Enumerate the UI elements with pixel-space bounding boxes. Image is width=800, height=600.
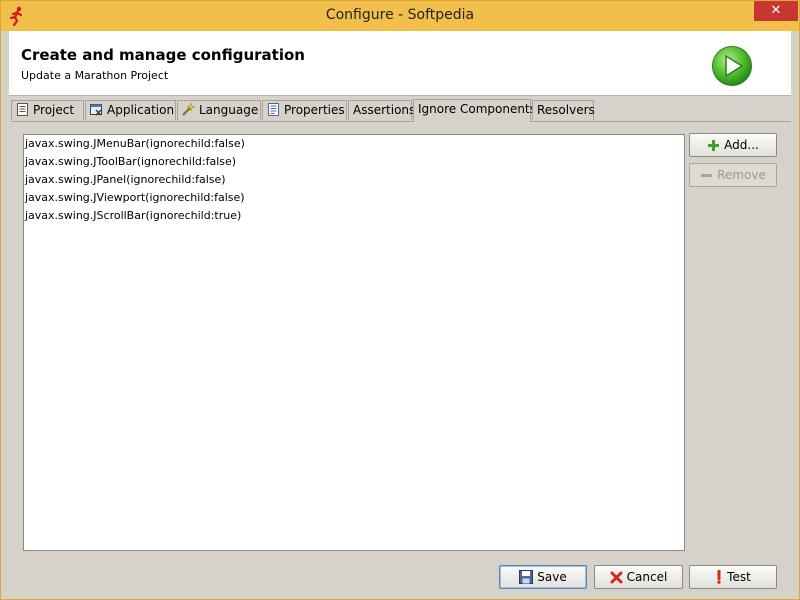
- save-button-label: Save: [537, 570, 567, 584]
- tab-resolvers[interactable]: Resolvers: [532, 100, 595, 120]
- test-button-label: Test: [727, 570, 751, 584]
- cancel-button-label: Cancel: [626, 570, 668, 584]
- tab-label: Application: [107, 103, 175, 117]
- tab-ignore-components[interactable]: Ignore Components: [413, 99, 536, 122]
- tab-properties[interactable]: Properties: [262, 100, 347, 120]
- cancel-button[interactable]: Cancel: [594, 565, 683, 589]
- exclamation-icon: [717, 570, 721, 584]
- tab-label: Properties: [284, 103, 345, 117]
- tab-label: Assertions: [353, 103, 416, 117]
- list-item[interactable]: javax.swing.JMenuBar(ignorechild:false): [24, 135, 684, 153]
- tab-application[interactable]: Application: [85, 100, 176, 120]
- save-button[interactable]: Save: [499, 565, 587, 589]
- tab-label: Resolvers: [537, 103, 595, 117]
- application-icon: [90, 104, 102, 116]
- tab-label: Project: [33, 103, 75, 117]
- window-title: Configure - Softpedia: [325, 7, 475, 23]
- list-item[interactable]: javax.swing.JToolBar(ignorechild:false): [24, 153, 684, 171]
- close-button[interactable]: ✕: [754, 1, 798, 21]
- remove-button-label: Remove: [717, 168, 766, 182]
- ignore-components-list[interactable]: javax.swing.JMenuBar(ignorechild:false) …: [23, 134, 685, 551]
- document-icon: [17, 103, 28, 116]
- plus-icon: [708, 140, 720, 151]
- title-bar[interactable]: Configure - Softpedia ✕: [1, 1, 799, 31]
- header-panel: Create and manage configuration Update a…: [9, 31, 791, 96]
- tab-assertions[interactable]: Assertions: [348, 100, 416, 120]
- page-subtitle: Update a Marathon Project: [21, 69, 169, 82]
- page-title: Create and manage configuration: [21, 46, 305, 64]
- floppy-disk-icon: [519, 570, 534, 584]
- configure-window: Configure - Softpedia ✕ Create and manag…: [0, 0, 800, 600]
- add-button[interactable]: Add...: [689, 133, 777, 157]
- minus-icon: [701, 174, 713, 177]
- list-item[interactable]: javax.swing.JPanel(ignorechild:false): [24, 171, 684, 189]
- tab-label: Language: [199, 103, 259, 117]
- tab-bar: Project Application Language Properties …: [11, 99, 791, 122]
- play-icon: [712, 46, 752, 86]
- tab-project[interactable]: Project: [11, 100, 84, 120]
- tab-label: Ignore Components: [418, 102, 536, 116]
- list-item[interactable]: javax.swing.JViewport(ignorechild:false): [24, 189, 684, 207]
- add-button-label: Add...: [724, 138, 759, 152]
- remove-button[interactable]: Remove: [689, 163, 777, 187]
- list-item[interactable]: javax.swing.JScrollBar(ignorechild:true): [24, 207, 684, 225]
- properties-icon: [268, 103, 279, 116]
- tab-language[interactable]: Language: [177, 100, 261, 120]
- red-x-icon: [610, 571, 623, 584]
- test-button[interactable]: Test: [689, 565, 777, 589]
- magic-wand-icon: [182, 103, 195, 116]
